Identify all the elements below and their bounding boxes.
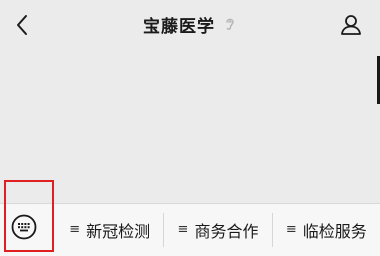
menu-item-covid-test[interactable]: ≡ 新冠检测 [56, 203, 163, 256]
page-title: 宝藤医学 [143, 16, 215, 37]
chat-screen: 宝藤医学 ≡ 新冠检测 ≡ 商务合作 ≡ 临检服务 [0, 0, 380, 256]
menu-item-label: 新冠检测 [86, 221, 151, 241]
menu-item-clinical-testing[interactable]: ≡ 临检服务 [273, 203, 380, 256]
person-icon [341, 15, 361, 35]
profile-button[interactable] [338, 12, 364, 38]
chevron-left-icon [17, 15, 27, 35]
menu-list-icon: ≡ [285, 222, 297, 237]
top-bar: 宝藤医学 [0, 0, 380, 52]
ear-icon [223, 15, 237, 33]
menu-list-icon: ≡ [69, 222, 81, 237]
keyboard-highlight-box [4, 180, 54, 252]
menu-item-label: 商务合作 [194, 221, 259, 241]
title-group: 宝藤医学 [143, 12, 237, 37]
menu-list-icon: ≡ [177, 222, 189, 237]
menu-items: ≡ 新冠检测 ≡ 商务合作 ≡ 临检服务 [56, 203, 380, 256]
menu-item-business-cooperation[interactable]: ≡ 商务合作 [164, 203, 271, 256]
back-button[interactable] [10, 10, 34, 40]
menu-item-label: 临检服务 [302, 221, 367, 241]
